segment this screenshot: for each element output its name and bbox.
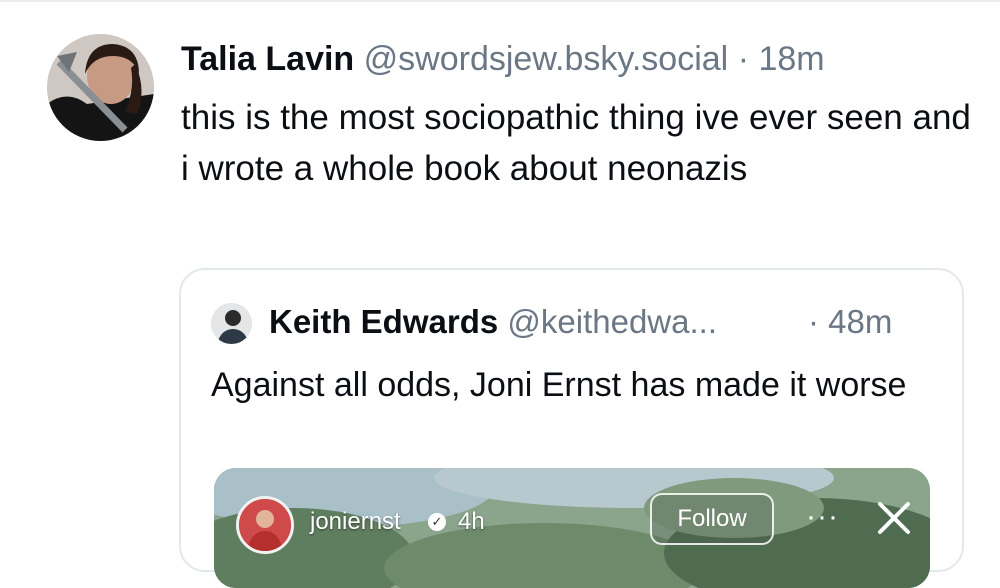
quoted-author-handle[interactable]: @keithedwa... <box>507 303 717 340</box>
follow-button[interactable]: Follow <box>650 493 774 545</box>
quoted-avatar-photo-icon <box>211 303 252 344</box>
top-divider <box>0 0 1000 2</box>
quoted-time[interactable]: 48m <box>828 303 892 340</box>
quoted-post-header: Keith Edwards @keithedwa... <box>269 301 717 343</box>
media-timestamp: 4h <box>458 508 485 535</box>
embedded-media[interactable]: joniernst ✓ 4h Follow ··· <box>214 468 930 588</box>
post-timestamp[interactable]: 18m <box>758 40 824 78</box>
quoted-author-name[interactable]: Keith Edwards <box>269 303 498 340</box>
verified-check-icon: ✓ <box>428 513 446 531</box>
media-avatar-photo-icon <box>239 499 291 551</box>
author-handle[interactable]: @swordsjew.bsky.social <box>364 40 729 78</box>
media-user-avatar[interactable] <box>236 496 294 554</box>
close-icon[interactable] <box>872 496 916 540</box>
quoted-post-text: Against all odds, Joni Ernst has made it… <box>211 366 907 404</box>
post-text: this is the most sociopathic thing ive e… <box>181 98 971 188</box>
user-avatar-photo-icon <box>47 34 154 141</box>
quoted-post-timestamp: · 48m <box>808 301 892 343</box>
author-name[interactable]: Talia Lavin <box>181 40 354 78</box>
separator: · <box>737 40 750 78</box>
media-username[interactable]: joniernst <box>310 508 401 536</box>
author-avatar[interactable] <box>47 34 154 141</box>
separator: · <box>808 303 819 340</box>
post-header: Talia Lavin @swordsjew.bsky.social · 18m <box>181 38 825 80</box>
quoted-post[interactable]: Keith Edwards @keithedwa... · 48m Agains… <box>179 268 964 588</box>
more-options-icon[interactable]: ··· <box>806 500 839 534</box>
quoted-author-avatar[interactable] <box>211 303 252 344</box>
